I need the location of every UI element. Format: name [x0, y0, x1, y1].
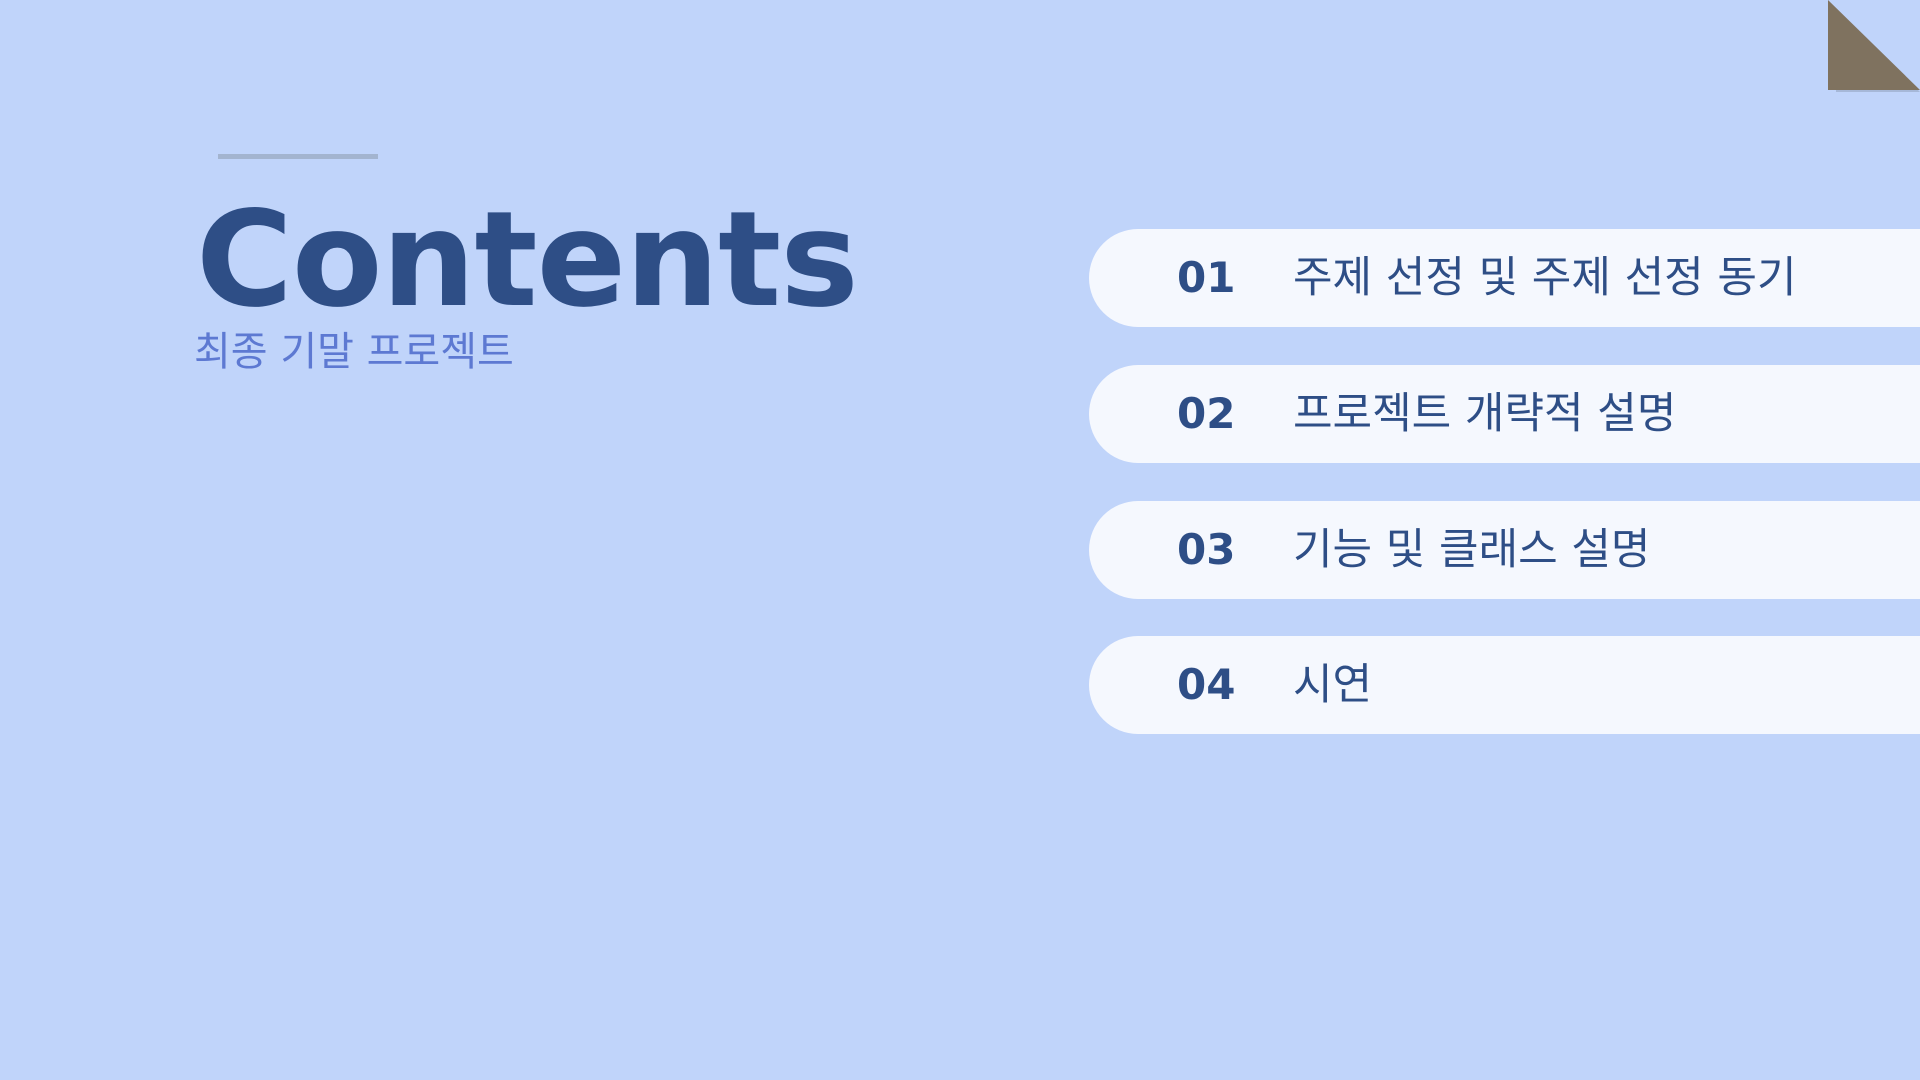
toc-item-02[interactable]: 02 프로젝트 개략적 설명	[1089, 365, 1920, 463]
toc-item-01[interactable]: 01 주제 선정 및 주제 선정 동기	[1089, 229, 1920, 327]
toc-item-04[interactable]: 04 시연	[1089, 636, 1920, 734]
toc-item-label: 시연	[1293, 660, 1373, 710]
toc-item-number: 01	[1177, 253, 1236, 302]
page-corner-fold-icon	[1828, 0, 1920, 92]
page-subtitle: 최종 기말 프로젝트	[194, 329, 514, 375]
title-accent-line	[218, 154, 378, 159]
toc-item-number: 03	[1177, 525, 1236, 574]
toc-item-label: 주제 선정 및 주제 선정 동기	[1293, 253, 1797, 303]
toc-item-number: 04	[1177, 660, 1236, 709]
page-title: Contents	[196, 183, 859, 337]
toc-item-label: 프로젝트 개략적 설명	[1293, 389, 1677, 439]
toc-item-03[interactable]: 03 기능 및 클래스 설명	[1089, 501, 1920, 599]
toc-item-number: 02	[1177, 389, 1236, 438]
table-of-contents: 01 주제 선정 및 주제 선정 동기 02 프로젝트 개략적 설명 03 기능…	[1089, 229, 1920, 772]
toc-item-label: 기능 및 클래스 설명	[1293, 525, 1651, 575]
